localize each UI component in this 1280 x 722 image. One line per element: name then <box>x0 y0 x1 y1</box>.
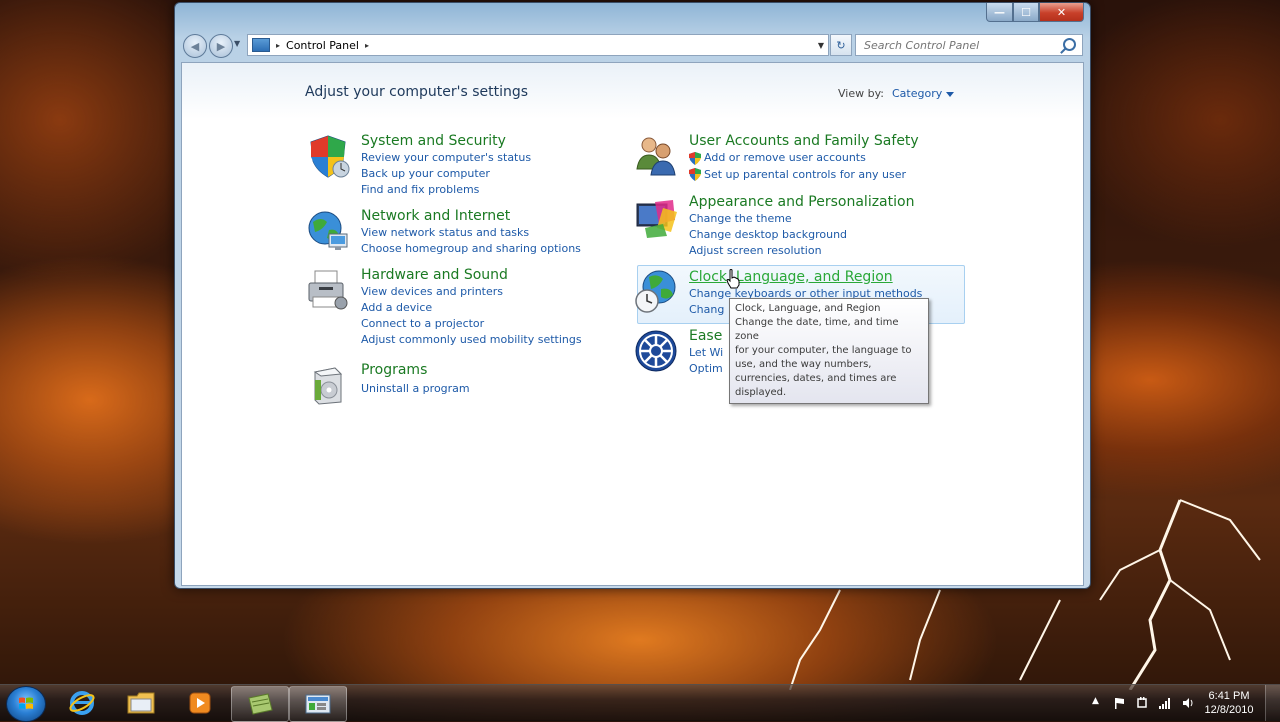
category-title-hardware-sound[interactable]: Hardware and Sound <box>361 267 508 283</box>
link-back-up[interactable]: Back up your computer <box>361 167 490 180</box>
ease-of-access-icon <box>635 330 677 372</box>
show-desktop-button[interactable] <box>1265 685 1280 721</box>
control-panel-taskbar-icon <box>305 694 331 714</box>
link-screen-resolution[interactable]: Adjust screen resolution <box>689 244 822 257</box>
uac-shield-icon <box>689 168 701 181</box>
taskbar-control-panel[interactable] <box>289 686 347 722</box>
internet-explorer-icon <box>69 691 95 715</box>
category-tooltip: Clock, Language, and Region Change the d… <box>729 298 929 404</box>
close-button[interactable]: ✕ <box>1039 3 1084 22</box>
address-bar[interactable]: ▸ Control Panel ▸ ▼ <box>247 34 829 56</box>
breadcrumb-item-arrow[interactable]: ▸ <box>365 41 369 50</box>
tooltip-line: displayed. <box>735 387 787 398</box>
network-signal-icon[interactable] <box>1159 697 1171 709</box>
page-title: Adjust your computer's settings <box>305 84 529 100</box>
link-change-partial[interactable]: Chang <box>689 303 724 316</box>
show-hidden-icons-button[interactable]: ▲ <box>1092 696 1104 708</box>
clock-date: 12/8/2010 <box>1204 704 1254 716</box>
tooltip-line: Change the date, time, and time zone <box>735 317 899 342</box>
link-homegroup[interactable]: Choose homegroup and sharing options <box>361 242 581 255</box>
link-find-fix[interactable]: Find and fix problems <box>361 183 479 196</box>
category-title-ease-of-access[interactable]: Ease <box>689 328 722 344</box>
refresh-icon: ↻ <box>836 38 846 52</box>
link-uninstall-program[interactable]: Uninstall a program <box>361 382 470 395</box>
taskbar-media-player[interactable] <box>172 686 228 720</box>
address-dropdown-icon[interactable]: ▼ <box>818 41 824 50</box>
programs-box-icon <box>313 367 343 405</box>
power-plug-icon[interactable] <box>1136 697 1148 709</box>
printer-icon <box>308 270 348 310</box>
recent-pages-dropdown[interactable]: ▼ <box>234 39 240 48</box>
system-clock[interactable]: 6:41 PM 12/8/2010 <box>1198 689 1260 717</box>
taskbar-app-green[interactable] <box>231 686 289 722</box>
link-desktop-background[interactable]: Change desktop background <box>689 228 847 241</box>
search-input[interactable] <box>862 37 1062 53</box>
link-add-remove-users[interactable]: Add or remove user accounts <box>704 151 866 164</box>
caption-buttons: — ☐ ✕ <box>986 3 1084 22</box>
hand-cursor-icon <box>726 269 740 289</box>
breadcrumb-control-panel[interactable]: Control Panel <box>286 39 359 52</box>
search-icon[interactable] <box>1063 38 1076 51</box>
note-app-icon <box>248 693 273 715</box>
control-panel-icon <box>252 38 270 52</box>
view-by-dropdown[interactable]: Category <box>892 87 955 100</box>
volume-icon[interactable] <box>1182 697 1194 709</box>
taskbar: ▲ 6:41 PM 12/8/2010 <box>0 684 1280 722</box>
windows-logo-icon <box>19 697 33 709</box>
globe-clock-icon <box>635 270 676 313</box>
maximize-button[interactable]: ☐ <box>1013 3 1039 22</box>
breadcrumb-root-arrow[interactable]: ▸ <box>276 41 280 50</box>
category-title-system-security[interactable]: System and Security <box>361 133 506 149</box>
start-button[interactable] <box>6 686 46 722</box>
link-devices-printers[interactable]: View devices and printers <box>361 285 503 298</box>
forward-arrow-icon: ▶ <box>216 39 226 53</box>
category-title-user-accounts[interactable]: User Accounts and Family Safety <box>689 133 919 149</box>
forward-button[interactable]: ▶ <box>209 34 233 58</box>
category-title-clock-language-region[interactable]: Clock, Language, and Region <box>689 269 893 285</box>
folder-icon <box>127 692 155 714</box>
control-panel-window: — ☐ ✕ ◀ ▶ ▼ ▸ Control Panel ▸ ▼ ↻ Adjust… <box>174 2 1091 589</box>
category-title-programs[interactable]: Programs <box>361 362 427 378</box>
category-title-appearance[interactable]: Appearance and Personalization <box>689 194 914 210</box>
network-globe-icon <box>308 211 348 250</box>
link-view-network-status[interactable]: View network status and tasks <box>361 226 529 239</box>
content-pane: Adjust your computer's settings View by:… <box>181 62 1084 586</box>
tooltip-line: Clock, Language, and Region <box>735 303 881 314</box>
back-button[interactable]: ◀ <box>183 34 207 58</box>
link-mobility-settings[interactable]: Adjust commonly used mobility settings <box>361 333 582 346</box>
tooltip-line: use, and the way numbers, <box>735 359 872 370</box>
link-change-theme[interactable]: Change the theme <box>689 212 792 225</box>
appearance-icon <box>636 200 677 238</box>
view-by-value[interactable]: Category <box>892 87 942 100</box>
shield-icon <box>310 135 350 178</box>
link-let-windows-suggest[interactable]: Let Wi <box>689 346 723 359</box>
link-connect-projector[interactable]: Connect to a projector <box>361 317 484 330</box>
action-center-flag-icon[interactable] <box>1113 697 1125 709</box>
chevron-down-icon <box>946 91 955 97</box>
link-parental-controls[interactable]: Set up parental controls for any user <box>704 168 906 181</box>
back-arrow-icon: ◀ <box>190 39 200 53</box>
users-icon <box>636 137 676 176</box>
tooltip-line: for your computer, the language to <box>735 345 912 356</box>
minimize-button[interactable]: — <box>986 3 1013 22</box>
clock-time: 6:41 PM <box>1208 690 1250 702</box>
taskbar-windows-explorer[interactable] <box>113 686 169 720</box>
tooltip-line: currencies, dates, and times are <box>735 373 897 384</box>
category-title-network-internet[interactable]: Network and Internet <box>361 208 510 224</box>
media-player-icon <box>189 692 211 714</box>
link-add-device[interactable]: Add a device <box>361 301 432 314</box>
link-optimize-display[interactable]: Optim <box>689 362 723 375</box>
refresh-button[interactable]: ↻ <box>830 34 852 56</box>
link-review-status[interactable]: Review your computer's status <box>361 151 531 164</box>
taskbar-internet-explorer[interactable] <box>54 686 110 720</box>
view-by-label: View by: <box>838 87 884 100</box>
search-box[interactable] <box>855 34 1083 56</box>
uac-shield-icon <box>689 152 701 165</box>
